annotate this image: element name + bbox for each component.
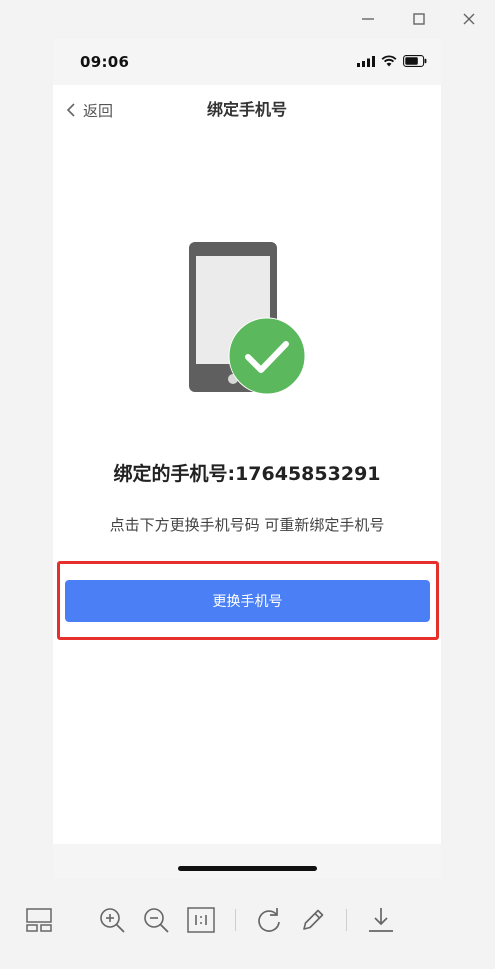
layout-button[interactable] (24, 905, 54, 935)
maximize-icon (413, 13, 425, 25)
hint-text: 点击下方更换手机号码 可重新绑定手机号 (109, 516, 385, 534)
actual-size-button[interactable] (186, 905, 216, 935)
change-phone-button[interactable]: 更换手机号 (65, 580, 430, 622)
home-area (53, 844, 441, 879)
signal-icon (357, 55, 375, 67)
toolbar-divider (346, 909, 347, 931)
phone-screen: 09:06 返回 绑定手机号 绑定的手机号:17645853291 点击下方更换… (53, 39, 441, 879)
zoom-in-icon (100, 908, 125, 933)
minimize-button[interactable] (357, 8, 379, 30)
wifi-icon (381, 55, 397, 67)
minimize-icon (362, 18, 374, 20)
rotate-icon (258, 908, 280, 932)
edit-icon (303, 909, 324, 930)
close-icon (463, 13, 475, 25)
zoom-out-icon (144, 908, 169, 933)
maximize-button[interactable] (408, 8, 430, 30)
zoom-out-button[interactable] (141, 905, 171, 935)
status-icons (357, 55, 427, 67)
phone-check-icon (189, 242, 306, 395)
page-title: 绑定手机号 (206, 100, 287, 119)
layout-icon (26, 908, 52, 932)
download-icon (369, 908, 393, 932)
edit-button[interactable] (298, 905, 328, 935)
toolbar-divider (235, 909, 236, 931)
close-button[interactable] (458, 8, 480, 30)
nav-bar: 返回 绑定手机号 (53, 85, 441, 135)
status-bar: 09:06 (53, 39, 441, 85)
battery-icon (403, 55, 427, 67)
bound-phone-number: 绑定的手机号:17645853291 (113, 463, 381, 485)
rotate-button[interactable] (254, 905, 284, 935)
home-indicator[interactable] (178, 866, 317, 871)
download-button[interactable] (366, 905, 396, 935)
viewer-toolbar (0, 895, 495, 945)
actual-size-icon (187, 907, 215, 933)
status-time: 09:06 (80, 53, 130, 71)
zoom-in-button[interactable] (97, 905, 127, 935)
app-window: 09:06 返回 绑定手机号 绑定的手机号:17645853291 点击下方更换… (0, 0, 495, 969)
